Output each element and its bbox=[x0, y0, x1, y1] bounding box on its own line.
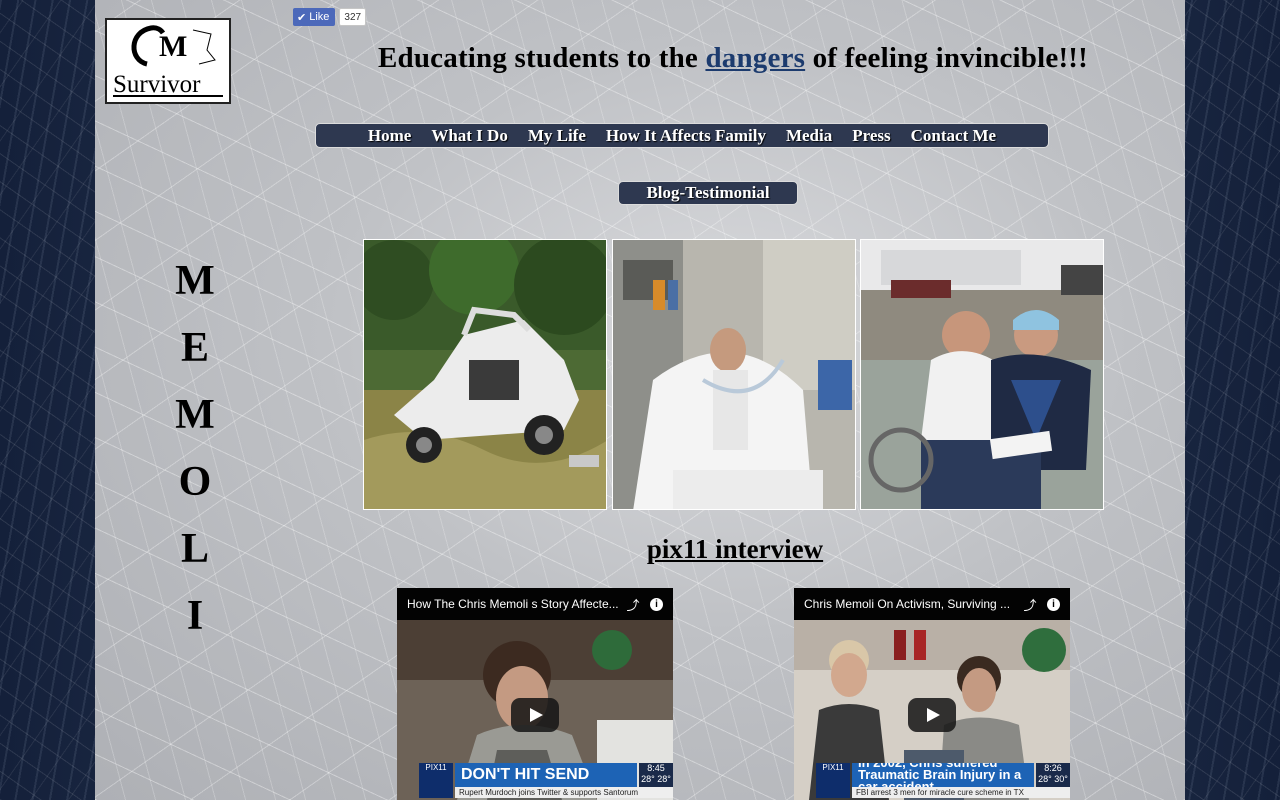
cm-survivor-logo[interactable]: M Survivor bbox=[105, 18, 231, 104]
share-icon[interactable]: ⤴ bbox=[1019, 595, 1041, 614]
nav-blog-testimonial[interactable]: Blog-Testimonial bbox=[636, 183, 779, 203]
photo-wrecked-car bbox=[363, 239, 607, 510]
page-tagline: Educating students to the dangers of fee… bbox=[325, 42, 1141, 75]
nav-what-i-do[interactable]: What I Do bbox=[421, 126, 518, 146]
nav-my-life[interactable]: My Life bbox=[518, 126, 596, 146]
info-icon[interactable]: i bbox=[650, 597, 663, 611]
time-readout: 8:26 bbox=[1044, 763, 1062, 773]
share-icon[interactable]: ⤴ bbox=[622, 595, 644, 614]
news-lower-third: PIX11 DON'T HIT SEND 8:45 28° 28° Rupert… bbox=[419, 760, 673, 800]
vertical-letter: I bbox=[186, 593, 204, 639]
nav-home[interactable]: Home bbox=[358, 126, 421, 146]
youtube-video-1[interactable]: How The Chris Memoli s Story Affecte... … bbox=[397, 588, 673, 800]
nav-how-it-affects-family[interactable]: How It Affects Family bbox=[596, 126, 776, 146]
youtube-video-2[interactable]: Chris Memoli On Activism, Surviving ... … bbox=[794, 588, 1070, 800]
news-lower-third: PIX11 In 2002, Chris suffered Traumatic … bbox=[816, 760, 1070, 800]
vertical-name: M E M O L I bbox=[167, 248, 223, 650]
blog-nav: Blog-Testimonial bbox=[618, 181, 798, 205]
facebook-like-button[interactable]: ✔ Like bbox=[293, 8, 336, 26]
dangers-link[interactable]: dangers bbox=[705, 42, 805, 74]
thumbs-up-icon: ✔ bbox=[297, 11, 307, 24]
video-title-bar: Chris Memoli On Activism, Surviving ... … bbox=[794, 588, 1070, 620]
play-button[interactable] bbox=[511, 698, 559, 732]
play-button[interactable] bbox=[908, 698, 956, 732]
nav-media[interactable]: Media bbox=[776, 126, 842, 146]
lower-third-text: DON'T HIT SEND bbox=[455, 763, 637, 787]
lower-third-text: In 2002, Chris suffered Traumatic Brain … bbox=[852, 763, 1034, 787]
channel-logo: PIX11 bbox=[816, 763, 850, 798]
time-temp: 8:26 28° 30° bbox=[1036, 763, 1070, 787]
facebook-like-widget: ✔ Like 327 bbox=[293, 8, 367, 26]
news-ticker: FBI arrest 3 men for miracle cure scheme… bbox=[852, 787, 1070, 798]
nav-press[interactable]: Press bbox=[842, 126, 900, 146]
video-title[interactable]: How The Chris Memoli s Story Affecte... bbox=[407, 597, 622, 611]
like-count: 327 bbox=[339, 8, 367, 26]
video-title-bar: How The Chris Memoli s Story Affecte... … bbox=[397, 588, 673, 620]
vertical-letter: O bbox=[178, 459, 212, 505]
main-nav: Home What I Do My Life How It Affects Fa… bbox=[315, 123, 1049, 148]
photo-hospital-bed bbox=[612, 239, 856, 510]
info-icon[interactable]: i bbox=[1047, 597, 1060, 611]
vertical-letter: E bbox=[180, 325, 209, 371]
tagline-before: Educating students to the bbox=[377, 42, 698, 74]
temp-readout: 28° 30° bbox=[1038, 774, 1068, 784]
vertical-letter: M bbox=[175, 258, 215, 304]
vertical-letter: M bbox=[175, 392, 215, 438]
vertical-letter: L bbox=[180, 526, 209, 572]
news-ticker: Rupert Murdoch joins Twitter & supports … bbox=[455, 787, 673, 798]
temp-readout: 28° 28° bbox=[641, 774, 671, 784]
video-title[interactable]: Chris Memoli On Activism, Surviving ... bbox=[804, 597, 1019, 611]
nav-contact-me[interactable]: Contact Me bbox=[901, 126, 1006, 146]
photo-friends-wheelchair bbox=[860, 239, 1104, 510]
like-label: Like bbox=[309, 11, 330, 23]
svg-text:Survivor: Survivor bbox=[113, 71, 201, 98]
page-content: M Survivor ✔ Like 327 Educating students… bbox=[95, 0, 1185, 800]
channel-logo: PIX11 bbox=[419, 763, 453, 798]
svg-text:M: M bbox=[159, 30, 187, 63]
time-temp: 8:45 28° 28° bbox=[639, 763, 673, 787]
section-title: pix11 interview bbox=[646, 534, 824, 564]
time-readout: 8:45 bbox=[647, 763, 665, 773]
tagline-after: of feeling invincible!!! bbox=[812, 42, 1089, 74]
